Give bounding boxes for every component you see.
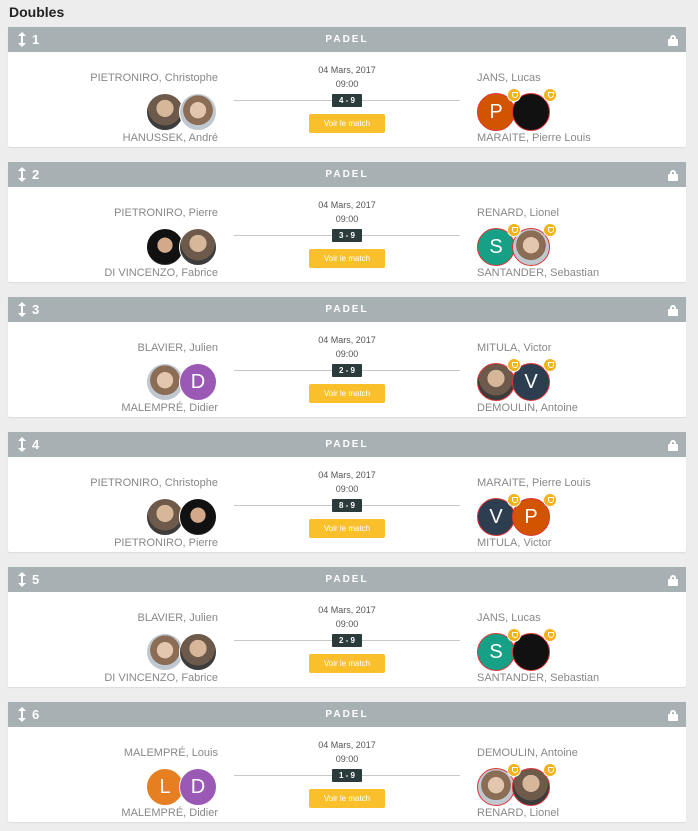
right-player-2[interactable]: MITULA, Victor — [477, 537, 551, 549]
player-avatar[interactable] — [179, 633, 217, 671]
right-player-2[interactable]: MARAITE, Pierre Louis — [477, 132, 591, 144]
match-header: 3 PADEL — [8, 297, 686, 322]
sport-label: PADEL — [325, 439, 369, 450]
sport-label: PADEL — [325, 709, 369, 720]
match-header: 6 PADEL — [8, 702, 686, 727]
left-player-2[interactable]: DI VINCENZO, Fabrice — [104, 672, 218, 684]
lock-icon — [668, 170, 678, 181]
trophy-icon — [543, 223, 557, 237]
player-avatar[interactable]: D — [179, 768, 217, 806]
score-badge: 8 - 9 — [332, 499, 362, 512]
match-card: 5 PADEL BLAVIER, Julien DI VINCENZO, Fab… — [8, 567, 686, 687]
view-match-button[interactable]: Voir le match — [309, 384, 385, 403]
trophy-icon — [543, 628, 557, 642]
left-player-2[interactable]: MALEMPRÉ, Didier — [121, 402, 218, 414]
right-player-2[interactable]: DEMOULIN, Antoine — [477, 402, 578, 414]
trophy-icon — [543, 763, 557, 777]
left-player-2[interactable]: DI VINCENZO, Fabrice — [104, 267, 218, 279]
player-avatar[interactable]: D — [179, 363, 217, 401]
right-player-2[interactable]: RENARD, Lionel — [477, 807, 559, 819]
left-player-2[interactable]: PIETRONIRO, Pierre — [114, 537, 218, 549]
avatar-letter: S — [489, 640, 503, 663]
avatar-letter: P — [524, 505, 538, 528]
left-player-2[interactable]: HANUSSEK, André — [123, 132, 218, 144]
sport-label: PADEL — [325, 34, 369, 45]
player-avatar[interactable] — [179, 93, 217, 131]
right-player-2[interactable]: SANTANDER, Sebastian — [477, 672, 599, 684]
score-badge: 2 - 9 — [332, 364, 362, 377]
view-match-button[interactable]: Voir le match — [309, 114, 385, 133]
match-card: 3 PADEL BLAVIER, Julien MALEMPRÉ, Didier… — [8, 297, 686, 417]
avatar-letter: D — [190, 775, 206, 798]
trophy-icon — [543, 493, 557, 507]
player-avatar[interactable] — [179, 498, 217, 536]
trophy-icon — [507, 88, 521, 102]
match-date: 04 Mars, 2017 — [318, 335, 376, 345]
lock-icon — [668, 575, 678, 586]
right-player-2[interactable]: SANTANDER, Sebastian — [477, 267, 599, 279]
view-match-button[interactable]: Voir le match — [309, 789, 385, 808]
match-date: 04 Mars, 2017 — [318, 605, 376, 615]
trophy-icon — [507, 763, 521, 777]
lock-icon — [668, 35, 678, 46]
match-card: 6 PADEL MALEMPRÉ, Louis MALEMPRÉ, Didier… — [8, 702, 686, 822]
match-card: 2 PADEL PIETRONIRO, Pierre DI VINCENZO, … — [8, 162, 686, 282]
match-time: 09:00 — [335, 79, 359, 89]
lock-icon — [668, 305, 678, 316]
match-card: 1 PADEL PIETRONIRO, Christophe HANUSSEK,… — [8, 27, 686, 147]
player-avatar[interactable] — [179, 228, 217, 266]
sport-label: PADEL — [325, 304, 369, 315]
section-title: Doubles — [9, 4, 65, 20]
match-date: 04 Mars, 2017 — [318, 200, 376, 210]
view-match-button[interactable]: Voir le match — [309, 654, 385, 673]
avatar-letter: L — [159, 775, 171, 798]
match-time: 09:00 — [335, 754, 359, 764]
trophy-icon — [507, 493, 521, 507]
trophy-icon — [543, 88, 557, 102]
avatar-letter: P — [489, 100, 503, 123]
avatar-letter: V — [489, 505, 503, 528]
lock-icon — [668, 440, 678, 451]
score-badge: 3 - 9 — [332, 229, 362, 242]
lock-icon — [668, 710, 678, 721]
match-date: 04 Mars, 2017 — [318, 740, 376, 750]
sport-label: PADEL — [325, 169, 369, 180]
view-match-button[interactable]: Voir le match — [309, 249, 385, 268]
match-header: 5 PADEL — [8, 567, 686, 592]
trophy-icon — [507, 628, 521, 642]
score-badge: 2 - 9 — [332, 634, 362, 647]
sport-label: PADEL — [325, 574, 369, 585]
match-time: 09:00 — [335, 349, 359, 359]
match-date: 04 Mars, 2017 — [318, 470, 376, 480]
avatar-letter: S — [489, 235, 503, 258]
score-badge: 4 - 9 — [332, 94, 362, 107]
match-header: 2 PADEL — [8, 162, 686, 187]
view-match-button[interactable]: Voir le match — [309, 519, 385, 538]
avatar-letter: D — [190, 370, 206, 393]
left-player-2[interactable]: MALEMPRÉ, Didier — [121, 807, 218, 819]
trophy-icon — [543, 358, 557, 372]
trophy-icon — [507, 358, 521, 372]
match-date: 04 Mars, 2017 — [318, 65, 376, 75]
match-header: 1 PADEL — [8, 27, 686, 52]
score-badge: 1 - 9 — [332, 769, 362, 782]
avatar-letter: V — [524, 370, 538, 393]
match-time: 09:00 — [335, 619, 359, 629]
match-time: 09:00 — [335, 214, 359, 224]
match-card: 4 PADEL PIETRONIRO, Christophe PIETRONIR… — [8, 432, 686, 552]
match-header: 4 PADEL — [8, 432, 686, 457]
match-time: 09:00 — [335, 484, 359, 494]
trophy-icon — [507, 223, 521, 237]
